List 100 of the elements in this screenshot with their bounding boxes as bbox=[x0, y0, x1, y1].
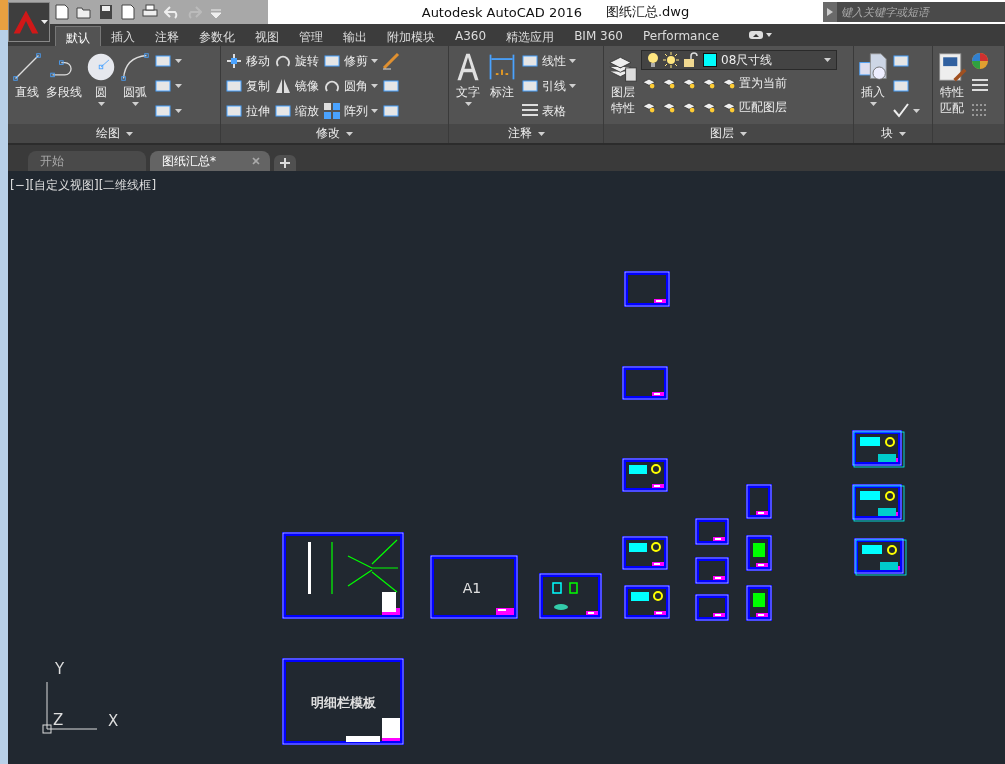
panel-title-button[interactable]: 图层 bbox=[706, 125, 751, 142]
ribbon-icon-button[interactable] bbox=[970, 50, 990, 72]
ribbon-tool-button[interactable]: 缩放 bbox=[273, 100, 320, 122]
drawing-sheet bbox=[852, 430, 905, 468]
layer-dropdown[interactable]: 08尺寸线 bbox=[641, 50, 837, 70]
drawing-sheet bbox=[622, 366, 668, 400]
drawing-sheet bbox=[746, 484, 772, 519]
ribbon-tool-button[interactable]: 圆弧 bbox=[119, 50, 151, 124]
caret-icon bbox=[346, 131, 353, 136]
caret-icon bbox=[371, 84, 378, 88]
search-field[interactable]: 键入关键字或短语 bbox=[823, 2, 1005, 22]
minimize-ribbon-icon[interactable] bbox=[749, 30, 773, 40]
new-tab-button[interactable] bbox=[274, 155, 296, 171]
ribbon-tool-button[interactable]: 文字 bbox=[452, 50, 484, 124]
ribbon-tool-button[interactable]: 修剪 bbox=[322, 50, 379, 72]
caret-icon bbox=[824, 58, 831, 62]
layer-tool-icon bbox=[642, 100, 656, 114]
ribbon-tool-button[interactable]: 镜像 bbox=[273, 75, 320, 97]
ribbon-tab[interactable]: 附加模块 bbox=[377, 26, 445, 46]
ribbon-tool-button[interactable]: 表格 bbox=[520, 100, 577, 122]
ribbon-tab[interactable]: Performance bbox=[632, 26, 729, 46]
axis-label: Y bbox=[55, 660, 65, 678]
drawing-sheet bbox=[624, 585, 670, 619]
save-icon[interactable] bbox=[98, 4, 114, 20]
ribbon-tool-button[interactable]: 标注 bbox=[486, 50, 518, 124]
caret-icon bbox=[898, 131, 906, 136]
ribbon-tab[interactable]: 注释 bbox=[145, 26, 189, 46]
caret-icon bbox=[537, 131, 545, 136]
ribbon-tab[interactable]: 插入 bbox=[101, 26, 145, 46]
layer-tool-icon bbox=[682, 100, 696, 114]
new-file-icon[interactable] bbox=[54, 4, 70, 20]
ribbon-tab[interactable]: 视图 bbox=[245, 26, 289, 46]
unlocked-padlock-icon bbox=[683, 52, 699, 68]
ribbon-tool-button[interactable]: 匹配图层 bbox=[721, 96, 788, 118]
application-menu-button[interactable] bbox=[8, 2, 50, 42]
document-tab[interactable]: 开始 bbox=[28, 151, 146, 171]
expand-icon[interactable] bbox=[827, 8, 833, 16]
ribbon-tab[interactable]: A360 bbox=[445, 26, 497, 46]
layer-tool-icon bbox=[682, 76, 696, 90]
rectangle-icon bbox=[154, 52, 172, 70]
save-as-icon[interactable] bbox=[120, 4, 136, 20]
ribbon-tool-button[interactable]: 移动 bbox=[224, 50, 271, 72]
mirror-icon bbox=[274, 77, 292, 95]
ribbon-tool-button[interactable]: 多段线 bbox=[45, 50, 83, 124]
caret-icon bbox=[464, 102, 472, 106]
ribbon-tool-button[interactable]: 直线 bbox=[11, 50, 43, 124]
close-icon[interactable] bbox=[252, 157, 260, 165]
ribbon-tab[interactable]: BIM 360 bbox=[564, 26, 633, 46]
drawing-canvas[interactable]: [−][自定义视图][二维线框] A1 明细栏模板 Y Z X bbox=[8, 171, 1005, 764]
ribbon-tool-button[interactable]: 复制 bbox=[224, 75, 271, 97]
ribbon-icon-button[interactable] bbox=[381, 50, 401, 72]
brush-icon bbox=[382, 52, 400, 70]
ribbon-tool-button[interactable]: 引线 bbox=[520, 75, 577, 97]
drawing-sheet bbox=[695, 518, 729, 545]
ribbon-tab[interactable]: 参数化 bbox=[189, 26, 245, 46]
check-icon bbox=[892, 102, 910, 120]
block-insert-icon bbox=[858, 52, 888, 82]
ribbon-tool-button[interactable]: 拉伸 bbox=[224, 100, 271, 122]
ribbon-tool-button[interactable]: 阵列 bbox=[322, 100, 379, 122]
panel-title-button[interactable]: 修改 bbox=[312, 125, 357, 142]
ribbon-tab[interactable]: 默认 bbox=[55, 26, 101, 46]
ribbon-tool-button[interactable]: 圆角 bbox=[322, 75, 379, 97]
drawing-sheet bbox=[852, 484, 905, 522]
document-tab[interactable]: 图纸汇总* bbox=[150, 151, 270, 171]
ribbon-tool-button[interactable]: 旋转 bbox=[273, 50, 320, 72]
panel-title-button[interactable]: 块 bbox=[876, 125, 910, 142]
arc-icon bbox=[120, 52, 150, 82]
ribbon-tab[interactable]: 精选应用 bbox=[496, 26, 565, 46]
match-properties-icon bbox=[937, 52, 967, 82]
caret-icon bbox=[175, 109, 182, 113]
ribbon-tool-button[interactable]: 图层特性 bbox=[607, 50, 639, 124]
layer-tool-icon bbox=[702, 100, 716, 114]
move-icon bbox=[225, 52, 243, 70]
color-wheel-icon bbox=[971, 52, 989, 70]
layer-stack-icon bbox=[722, 100, 736, 114]
ribbon-tool-button[interactable]: 圆 bbox=[85, 50, 117, 124]
drawing-sheet bbox=[622, 536, 668, 570]
layer-stack-icon bbox=[722, 76, 736, 90]
drawing-sheet bbox=[539, 573, 602, 619]
panel-title-button[interactable]: 绘图 bbox=[91, 125, 137, 142]
layer-tool-icon bbox=[702, 76, 716, 90]
ribbon-tool-button[interactable]: 线性 bbox=[520, 50, 577, 72]
drawing-sheet bbox=[746, 585, 772, 621]
ribbon-tab[interactable]: 输出 bbox=[333, 26, 377, 46]
caret-icon bbox=[371, 59, 378, 63]
layer-tool-icon bbox=[642, 76, 656, 90]
caret-icon bbox=[125, 131, 133, 136]
drawing-sheet bbox=[624, 271, 670, 307]
ribbon-tab[interactable]: 管理 bbox=[289, 26, 333, 46]
open-folder-icon[interactable] bbox=[76, 4, 92, 20]
drawing-sheet bbox=[695, 557, 729, 584]
print-icon[interactable] bbox=[142, 4, 158, 20]
viewport-controls-label[interactable]: [−][自定义视图][二维线框] bbox=[10, 177, 157, 194]
caret-icon bbox=[131, 102, 139, 106]
caret-icon bbox=[97, 102, 105, 106]
caret-icon bbox=[869, 102, 877, 106]
caret-icon bbox=[913, 109, 920, 113]
ribbon-tool-button[interactable]: 置为当前 bbox=[721, 72, 788, 94]
caret-icon bbox=[740, 131, 747, 136]
panel-title-button[interactable]: 注释 bbox=[503, 125, 549, 142]
